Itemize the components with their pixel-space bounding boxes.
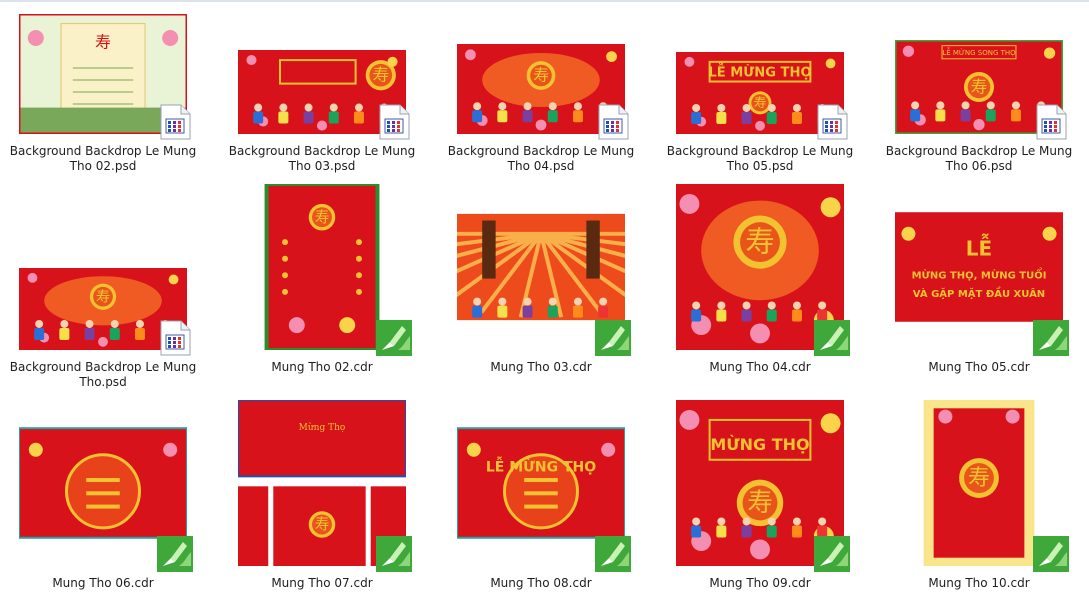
svg-text:寿: 寿 xyxy=(971,77,988,96)
file-name-label: Mung Tho 04.cdr xyxy=(709,360,811,374)
svg-text:寿: 寿 xyxy=(747,488,773,518)
file-name-label: Mung Tho 09.cdr xyxy=(709,576,811,590)
file-name-label: Background Backdrop Le Mung Tho 04.psd xyxy=(447,144,635,173)
file-name-label: Background Backdrop Le Mung Tho 02.psd xyxy=(9,144,197,173)
file-name-label: Mung Tho 05.cdr xyxy=(928,360,1030,374)
file-name-label: Mung Tho 03.cdr xyxy=(490,360,592,374)
psd-file-icon xyxy=(595,104,631,140)
svg-text:MỪNG THỌ: MỪNG THỌ xyxy=(710,435,809,454)
svg-text:寿: 寿 xyxy=(745,224,774,258)
svg-text:寿: 寿 xyxy=(968,466,990,491)
svg-text:寿: 寿 xyxy=(315,209,330,226)
file-name-label: Mung Tho 10.cdr xyxy=(928,576,1030,590)
coreldraw-file-icon xyxy=(595,320,631,356)
file-name-label: Background Backdrop Le Mung Tho 05.psd xyxy=(666,144,854,173)
coreldraw-file-icon xyxy=(376,536,412,572)
svg-text:寿: 寿 xyxy=(533,66,549,85)
svg-text:寿: 寿 xyxy=(315,516,330,533)
file-name-label: Mung Tho 06.cdr xyxy=(52,576,154,590)
svg-text:寿: 寿 xyxy=(372,65,389,84)
svg-text:LỄ MỪNG THỌ: LỄ MỪNG THỌ xyxy=(708,64,811,81)
svg-text:VÀ GẶP MẶT ĐẦU XUÂN: VÀ GẶP MẶT ĐẦU XUÂN xyxy=(913,286,1045,300)
svg-text:Mừng Thọ: Mừng Thọ xyxy=(299,422,346,433)
window-top-border xyxy=(0,0,1089,2)
file-name-label: Mung Tho 08.cdr xyxy=(490,576,592,590)
coreldraw-file-icon xyxy=(1033,320,1069,356)
psd-file-icon xyxy=(157,104,193,140)
file-name-label: Mung Tho 02.cdr xyxy=(271,360,373,374)
coreldraw-file-icon xyxy=(814,320,850,356)
psd-file-icon xyxy=(376,104,412,140)
coreldraw-file-icon xyxy=(157,536,193,572)
svg-text:LỄ MỪNG THỌ: LỄ MỪNG THỌ xyxy=(486,456,596,475)
file-name-label: Background Backdrop Le Mung Tho 06.psd xyxy=(885,144,1073,173)
psd-file-icon xyxy=(1033,104,1069,140)
psd-file-icon xyxy=(157,320,193,356)
svg-text:寿: 寿 xyxy=(754,95,767,110)
coreldraw-file-icon xyxy=(1033,536,1069,572)
file-name-label: Background Backdrop Le Mung Tho 03.psd xyxy=(228,144,416,173)
svg-text:寿: 寿 xyxy=(96,288,110,305)
file-name-label: Mung Tho 07.cdr xyxy=(271,576,373,590)
svg-text:寿: 寿 xyxy=(95,33,111,52)
coreldraw-file-icon xyxy=(376,320,412,356)
coreldraw-file-icon xyxy=(814,536,850,572)
coreldraw-file-icon xyxy=(595,536,631,572)
psd-file-icon xyxy=(814,104,850,140)
svg-text:LỄ MỪNG SONG THỌ: LỄ MỪNG SONG THỌ xyxy=(942,47,1016,57)
file-name-label: Background Backdrop Le Mung Tho.psd xyxy=(9,360,197,389)
svg-text:LỄ: LỄ xyxy=(966,233,992,260)
